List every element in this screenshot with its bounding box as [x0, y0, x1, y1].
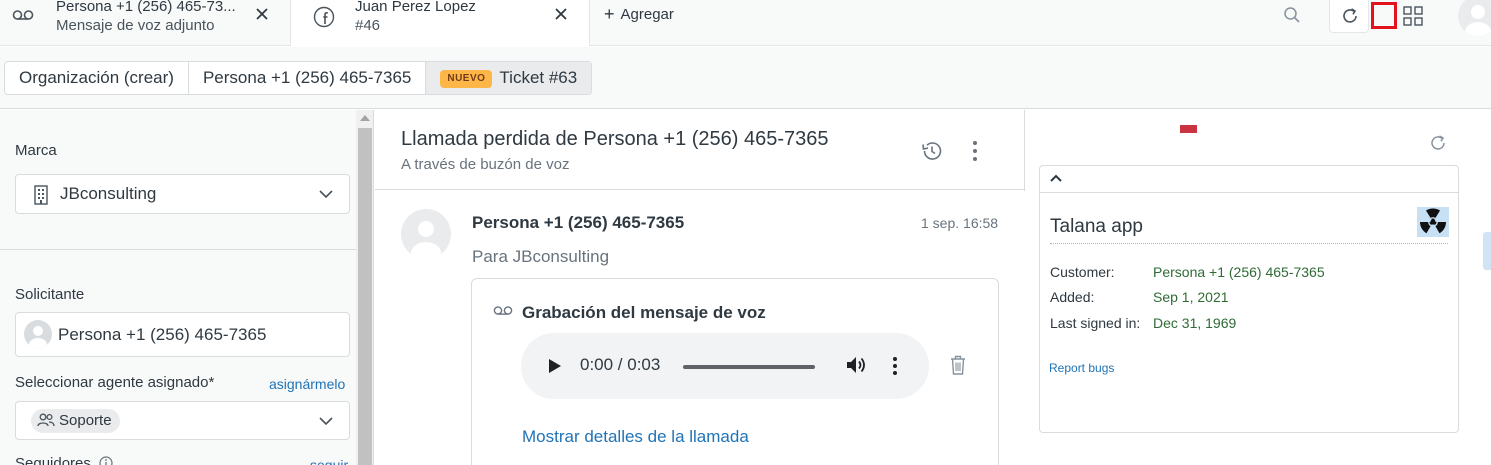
assignee-value: Soporte — [59, 412, 112, 429]
brand-label: Marca — [15, 142, 57, 159]
close-icon[interactable] — [553, 6, 569, 22]
requester-value: Persona +1 (256) 465-7365 — [58, 325, 267, 344]
tab-subtitle: Mensaje de voz adjunto — [56, 17, 215, 34]
brand-select[interactable]: JBconsulting — [15, 174, 350, 214]
play-icon[interactable] — [548, 358, 562, 374]
divider — [0, 249, 356, 250]
refresh-icon — [1343, 8, 1357, 23]
red-marker — [1180, 125, 1197, 133]
user-icon — [1465, 5, 1491, 36]
breadcrumb-ticket[interactable]: NUEVO Ticket #63 — [426, 62, 592, 94]
voicemail-icon — [493, 306, 513, 315]
history-icon[interactable] — [920, 139, 944, 163]
tab-title: Juan Perez Lopez — [355, 0, 476, 15]
assign-to-me-link[interactable]: asignármelo — [269, 376, 345, 392]
followers-label: Seguidores — [15, 455, 113, 465]
apps-panel: Talana app Customer: Persona +1 (256) 46… — [1025, 110, 1491, 465]
follow-link[interactable]: seguir — [310, 457, 348, 465]
side-panel-handle[interactable] — [1483, 232, 1491, 270]
voicemail-icon — [12, 10, 34, 20]
report-bugs-link[interactable]: Report bugs — [1049, 361, 1114, 375]
show-call-details-link[interactable]: Mostrar detalles de la llamada — [522, 427, 749, 447]
highlight-marker — [1371, 2, 1397, 29]
more-options-icon[interactable] — [892, 356, 898, 376]
message-timestamp: 1 sep. 16:58 — [921, 215, 999, 231]
group-icon — [37, 413, 55, 427]
brand-value: JBconsulting — [60, 184, 157, 203]
top-tab-bar: Persona +1 (256) 465-73... Mensaje de vo… — [0, 0, 1491, 46]
tab-facebook-ticket[interactable]: Juan Perez Lopez #46 — [290, 0, 590, 46]
status-badge: NUEVO — [440, 70, 493, 88]
divider — [1050, 243, 1448, 244]
left-panel-scrollbar[interactable] — [356, 110, 374, 465]
tab-subtitle: #46 — [355, 17, 381, 34]
ticket-title: Llamada perdida de Persona +1 (256) 465-… — [401, 128, 829, 150]
scroll-up-arrow-icon[interactable] — [360, 115, 370, 121]
breadcrumb: Organización (crear) Persona +1 (256) 46… — [4, 61, 593, 95]
search-icon[interactable] — [1283, 6, 1301, 24]
audio-player: 0:00 / 0:03 — [521, 333, 929, 399]
ticket-label: Ticket #63 — [499, 68, 578, 87]
avatar — [401, 209, 451, 259]
customer-key: Customer: — [1050, 264, 1115, 280]
close-icon[interactable] — [254, 6, 270, 22]
breadcrumb-row: Organización (crear) Persona +1 (256) 46… — [0, 47, 1491, 109]
avatar — [24, 320, 52, 348]
breadcrumb-person[interactable]: Persona +1 (256) 465-7365 — [189, 62, 427, 94]
chevron-down-icon — [319, 190, 333, 199]
more-options-icon[interactable] — [971, 140, 979, 162]
audio-progress-bar[interactable] — [683, 365, 815, 369]
plus-icon: + — [604, 4, 615, 24]
chevron-up-icon[interactable] — [1050, 174, 1062, 182]
last-signed-key: Last signed in: — [1050, 315, 1141, 331]
followers-text: Seguidores — [15, 455, 91, 465]
conversation-header: Llamada perdida de Persona +1 (256) 465-… — [375, 110, 1025, 190]
scroll-thumb[interactable] — [358, 128, 372, 465]
building-icon — [34, 185, 48, 205]
added-value: Sep 1, 2021 — [1153, 289, 1229, 305]
added-key: Added: — [1050, 289, 1095, 305]
assignee-select[interactable]: Soporte — [15, 401, 350, 440]
ticket-channel: A través de buzón de voz — [401, 156, 570, 173]
assignee-label: Seleccionar agente asignado* — [15, 374, 215, 391]
app-logo — [1417, 207, 1449, 237]
tab-voicemail-ticket[interactable]: Persona +1 (256) 465-73... Mensaje de vo… — [0, 0, 290, 46]
add-tab-label: Agregar — [620, 6, 674, 23]
talana-app-card: Talana app Customer: Persona +1 (256) 46… — [1039, 165, 1459, 433]
recording-title: Grabación del mensaje de voz — [522, 303, 766, 322]
voicemail-card: Grabación del mensaje de voz 0:00 / 0:03… — [471, 278, 999, 465]
apps-grid-icon[interactable] — [1403, 6, 1423, 26]
chevron-down-icon — [319, 417, 333, 426]
conversation-log: Persona +1 (256) 465-7365 1 sep. 16:58 P… — [375, 191, 1025, 465]
requester-field[interactable]: Persona +1 (256) 465-7365 — [15, 312, 350, 357]
volume-icon[interactable] — [846, 355, 868, 375]
info-icon[interactable] — [99, 456, 113, 465]
requester-label: Solicitante — [15, 286, 85, 303]
last-signed-value: Dec 31, 1969 — [1153, 315, 1237, 331]
refresh-button[interactable] — [1329, 0, 1369, 33]
user-icon — [411, 221, 441, 259]
refresh-icon[interactable] — [1428, 133, 1448, 153]
message-recipient: Para JBconsulting — [472, 247, 610, 266]
group-chip: Soporte — [31, 409, 120, 433]
tab-title: Persona +1 (256) 465-73... — [56, 0, 236, 15]
breadcrumb-organization[interactable]: Organización (crear) — [5, 62, 189, 94]
add-tab-button[interactable]: + Agregar — [604, 4, 674, 25]
app-title: Talana app — [1050, 216, 1143, 237]
message-sender: Persona +1 (256) 465-7365 — [472, 213, 685, 232]
ticket-fields-panel: Marca JBconsulting Solicitante Persona +… — [0, 110, 356, 465]
radiation-icon — [1419, 208, 1447, 234]
trash-icon[interactable] — [949, 354, 967, 376]
facebook-icon — [313, 6, 335, 28]
user-avatar[interactable] — [1458, 0, 1491, 36]
customer-value: Persona +1 (256) 465-7365 — [1153, 264, 1325, 280]
audio-time: 0:00 / 0:03 — [580, 355, 661, 374]
app-card-header — [1040, 166, 1458, 193]
user-icon — [29, 326, 47, 348]
